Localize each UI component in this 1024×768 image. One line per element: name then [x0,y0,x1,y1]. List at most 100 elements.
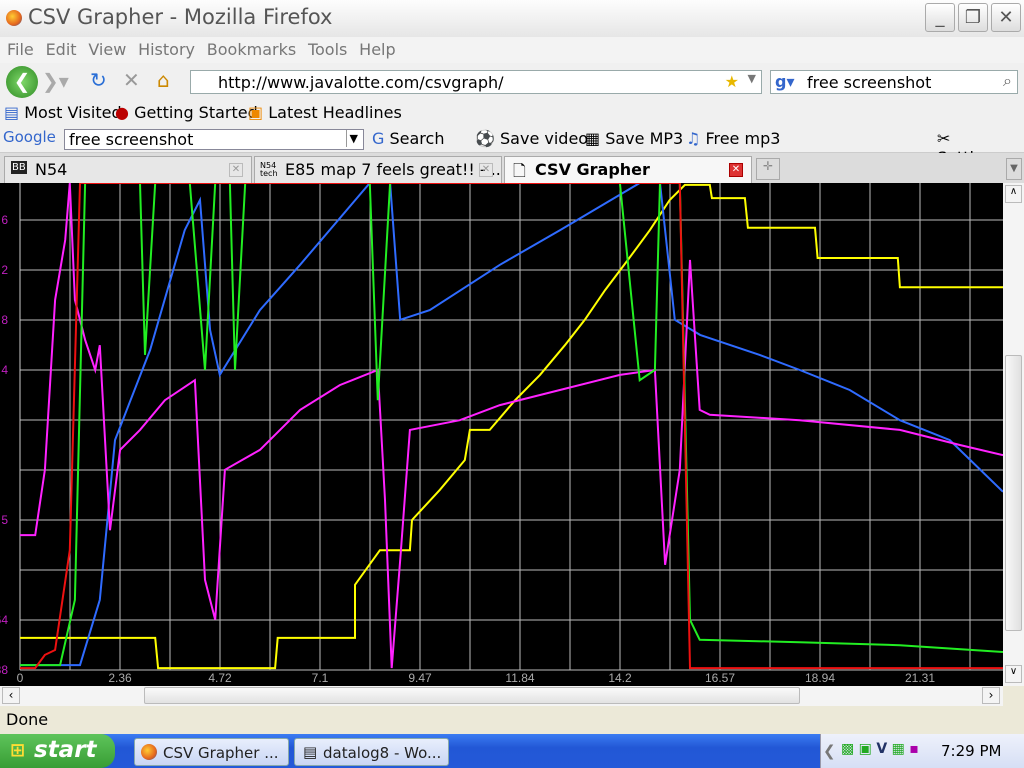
close-tab-icon[interactable]: ✕ [229,163,243,177]
search-label: Search [389,129,445,148]
stop-icon[interactable]: ✕ [123,68,140,92]
horizontal-scroll-thumb[interactable] [144,687,800,704]
reload-icon[interactable]: ↻ [90,68,107,92]
taskbar: ⊞ start CSV Grapher ... ▤ datalog8 - Wo...… [0,734,1024,768]
status-text: Done [6,710,49,729]
menu-edit[interactable]: Edit [39,37,77,59]
scroll-up-button[interactable]: ∧ [1005,185,1022,203]
google-search-value: free screenshot [69,130,194,149]
forward-button[interactable]: ❯▾ [42,69,69,93]
firefox-icon [6,10,22,26]
new-tab-button[interactable]: ✛ [756,158,780,180]
google-toolbar: Google free screenshot ▼ G Search ⚽ Save … [0,126,1024,167]
tab-csv-grapher[interactable]: 🗋 CSV Grapher ✕ [504,156,752,183]
menu-help[interactable]: Help [352,37,395,59]
firefox-icon: ● [115,103,129,122]
google-icon[interactable]: g▾ [775,72,794,91]
graph-canvas: 0 2.36 4.72 7.1 9.47 11.84 14.2 16.57 18.94 21.31… [0,183,1003,685]
soccer-ball-icon: ⚽ [475,129,495,148]
back-button[interactable]: ❮ [6,66,38,98]
taskbar-item-label: CSV Grapher ... [163,744,279,762]
google-logo: Google [3,128,56,146]
free-mp3-label: Free mp3 [705,129,781,148]
url-bar[interactable]: http://www.javalotte.com/csvgraph/ ★ ▼ [190,70,762,94]
series-line-2 [20,183,1003,669]
x-tick-label: 2.36 [108,671,132,685]
y-tick-label: 5 [1,513,8,527]
vertical-scroll-thumb[interactable] [1005,355,1022,631]
google-search-button[interactable]: G Search [372,129,444,148]
menu-file[interactable]: File [0,37,34,59]
bookmark-most-visited[interactable]: ▤ Most Visited [4,103,122,122]
save-mp3-button[interactable]: ▦ Save MP3 [585,129,683,148]
scroll-left-button[interactable]: ‹ [2,687,20,704]
chevron-down-icon[interactable]: ▼ [345,130,361,147]
bookmark-label: Most Visited [24,103,122,122]
status-bar: Done [0,706,1024,734]
tab-n54[interactable]: BB N54 ✕ [4,156,252,183]
bookmark-latest-headlines[interactable]: ▣ Latest Headlines [248,103,402,122]
bookmark-star-icon[interactable]: ★ [725,72,739,91]
taskbar-item-firefox[interactable]: CSV Grapher ... [134,738,289,766]
title-bar: CSV Grapher - Mozilla Firefox _ ❐ ✕ [0,0,1024,37]
start-label: start [34,737,97,763]
menu-bookmarks[interactable]: Bookmarks [200,37,296,59]
music-note-icon: ♫ [686,129,701,148]
navigation-toolbar: ❮ ❯▾ ↻ ✕ ⌂ http://www.javalotte.com/csvg… [0,63,1024,100]
minimize-button[interactable]: _ [925,3,955,32]
tab-label: E85 map 7 feels great!! - ... [285,160,502,179]
page-icon: 🗋 [513,161,526,180]
horizontal-scrollbar[interactable]: ‹ › [0,686,1003,706]
site-icon: N54 tech [260,161,278,178]
windows-logo-icon: ⊞ [10,740,26,761]
taskbar-item-label: datalog8 - Wo... [323,744,442,762]
tab-e85-map[interactable]: N54 tech E85 map 7 feels great!! - ... ✕ [254,156,502,183]
scroll-right-button[interactable]: › [982,687,1000,704]
wrench-icon: ✂ [937,129,951,148]
tab-bar: BB N54 ✕ N54 tech E85 map 7 feels great!! - … [0,153,1024,183]
search-icon[interactable]: ⌕ [1003,71,1012,91]
clock: 7:29 PM [941,742,1002,760]
home-icon[interactable]: ⌂ [157,68,170,92]
close-button[interactable]: ✕ [991,3,1021,32]
chevron-down-icon[interactable]: ▼ [748,72,756,85]
site-icon: BB [11,161,27,174]
y-tick-label: 2 [1,263,8,277]
start-button[interactable]: ⊞ start [0,734,115,768]
close-tab-icon[interactable]: ✕ [479,163,493,177]
window-title: CSV Grapher - Mozilla Firefox [28,5,333,29]
scroll-down-button[interactable]: ∨ [1005,665,1022,683]
close-tab-icon[interactable]: ✕ [729,163,743,177]
mp3-icon: ▦ [585,129,601,148]
tab-label: N54 [35,160,68,179]
menu-bar: File Edit View History Bookmarks Tools H… [0,37,1024,63]
menu-view[interactable]: View [81,37,126,59]
bookmark-getting-started[interactable]: ● Getting Started [115,103,258,122]
taskbar-item-notepad[interactable]: ▤ datalog8 - Wo... [294,738,449,766]
x-tick-label: 14.2 [608,671,632,685]
maximize-button[interactable]: ❐ [958,3,988,32]
save-video-label: Save video [500,129,589,148]
url-text: http://www.javalotte.com/csvgraph/ [218,73,504,92]
x-tick-label: 21.31 [905,671,935,685]
y-tick-label: 8 [1,313,8,327]
google-search-input[interactable]: free screenshot ▼ [64,129,364,150]
vertical-scrollbar[interactable]: ∧ ∨ [1003,183,1024,686]
x-tick-label: 9.47 [408,671,432,685]
menu-history[interactable]: History [131,37,195,59]
show-hidden-icons-button[interactable]: ❮ [823,742,836,760]
tray-icons[interactable]: ▩ ▣ V ▦ ▪ [841,741,919,757]
firefox-icon [141,744,157,760]
folder-icon: ▤ [4,103,20,122]
menu-tools[interactable]: Tools [301,37,347,59]
bookmark-label: Latest Headlines [268,103,402,122]
search-value: free screenshot [807,73,932,92]
search-input[interactable]: free screenshot g▾ ⌕ [770,70,1018,94]
series-line-1 [20,183,1003,667]
free-mp3-button[interactable]: ♫ Free mp3 [686,129,780,148]
tab-list-button[interactable]: ▼ [1006,158,1022,180]
bookmarks-toolbar: ▤ Most Visited ● Getting Started ▣ Lates… [0,100,1024,126]
save-video-button[interactable]: ⚽ Save video [475,129,588,148]
notepad-icon: ▤ [303,743,318,761]
x-tick-label: 16.57 [705,671,735,685]
